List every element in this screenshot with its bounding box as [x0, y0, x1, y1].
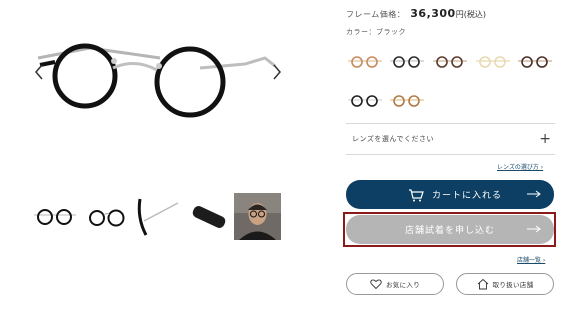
divider-bottom [346, 154, 555, 155]
add-to-cart-label: カートに入れる [432, 191, 503, 201]
lens-select-label: レンズを選んでください [352, 135, 435, 143]
main-product-image [37, 43, 276, 118]
color-swatch-clear-gold[interactable] [474, 55, 512, 69]
stores-button[interactable]: 取り扱い店舗 [456, 273, 554, 295]
store-list-link[interactable]: 店舗一覧 › [517, 255, 545, 264]
arrow-right-icon [527, 190, 541, 198]
cart-icon [409, 188, 424, 201]
next-image-arrow-icon[interactable] [270, 62, 284, 82]
color-swatch-tortoise-gold[interactable] [346, 55, 384, 69]
lens-select-row[interactable]: レンズを選んでください + [346, 130, 555, 148]
thumbnail-side-view[interactable] [134, 193, 180, 239]
plus-icon: + [539, 131, 551, 147]
selected-color-label: カラー：ブラック [346, 28, 406, 36]
color-swatch-dark-tortoise[interactable] [516, 55, 554, 69]
favorite-button[interactable]: お気に入り [346, 273, 444, 295]
thumbnail-angle-view[interactable] [85, 193, 131, 239]
thumbnail-front-view[interactable] [32, 193, 78, 239]
arrow-right-icon [527, 225, 541, 233]
home-icon [477, 278, 488, 290]
add-to-cart-button[interactable]: カートに入れる [346, 180, 554, 209]
prev-image-arrow-icon[interactable] [32, 62, 46, 82]
stores-label: 取り扱い店舗 [492, 281, 534, 289]
price-value: 36,300 [410, 7, 456, 20]
favorite-label: お気に入り [386, 281, 420, 289]
color-swatch-black-gold[interactable] [346, 94, 384, 108]
price-row: フレーム価格： 36,300 円(税込) [346, 7, 486, 20]
price-label: フレーム価格： [346, 10, 406, 19]
lens-guide-link[interactable]: レンズの選び方 › [497, 162, 543, 171]
thumbnail-case[interactable] [186, 193, 232, 239]
price-tax-note: 円(税込) [455, 10, 486, 19]
store-trial-button[interactable]: 店舗試着を申し込む [346, 215, 554, 244]
heart-icon [370, 279, 382, 290]
color-swatch-demi-gold[interactable] [388, 94, 426, 108]
divider-top [346, 123, 555, 124]
thumbnail-model-photo[interactable] [234, 193, 281, 240]
store-trial-label: 店舗試着を申し込む [404, 226, 495, 236]
color-swatch-black-silver[interactable] [388, 55, 426, 69]
color-swatch-brown-silver[interactable] [431, 55, 469, 69]
